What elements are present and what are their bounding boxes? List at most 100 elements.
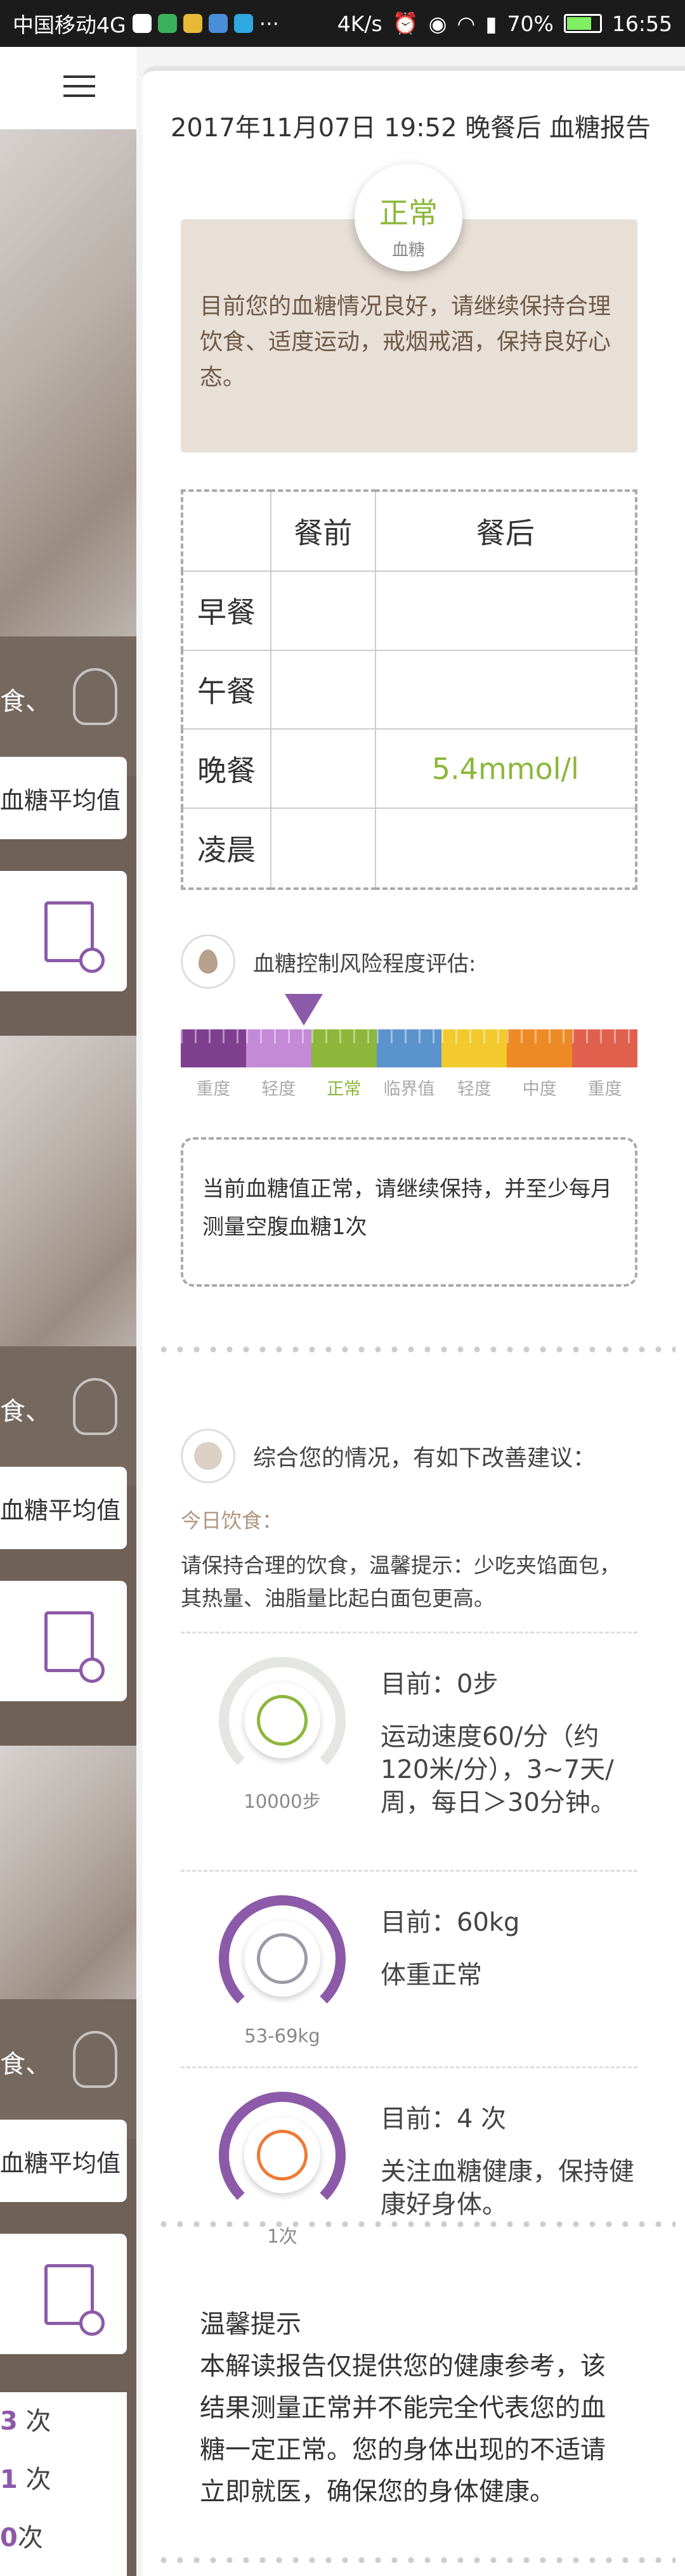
current-value: 目前：60kg xyxy=(381,1908,520,1937)
suggestions-heading-text: 综合您的情况，有如下改善建议： xyxy=(253,1445,596,1471)
before-meal-value xyxy=(270,649,376,730)
before-meal-value xyxy=(270,570,376,651)
report-title: 2017年11月07日 19:52 晚餐后 血糖报告 xyxy=(170,113,651,143)
tip-section: 温馨提示 本解读报告仅提供您的健康参考，该结果测量正常并不能完全代表您的血糖一定… xyxy=(200,2303,618,2513)
tap-hand-icon xyxy=(73,2031,117,2088)
clock: 16:55 xyxy=(611,11,672,36)
meal-label: 晚餐 xyxy=(181,728,271,809)
table-row: 早餐 xyxy=(181,570,637,651)
background-page: 食、 血糖平均值 食、 血糖平均值 食、 血糖平均值 3 次 1 次 0次 xyxy=(0,47,136,2576)
average-card[interactable]: 血糖平均值 xyxy=(0,2120,127,2202)
background-banner: 食、 xyxy=(0,1999,136,2139)
after-meal-value xyxy=(374,649,637,730)
item-divider xyxy=(181,1632,637,1633)
progress-ring: 10000步 xyxy=(219,1657,346,1812)
report-search-icon xyxy=(44,1611,105,1683)
risk-heading-text: 血糖控制风险程度评估: xyxy=(253,951,476,977)
table-header xyxy=(181,490,271,572)
section-divider xyxy=(155,2221,675,2227)
diet-text: 请保持合理的饮食，温馨提示：少吃夹馅面包，其热量、油脂量比起白面包更高。 xyxy=(181,1553,620,1611)
item-divider xyxy=(181,2066,637,2068)
average-label: 血糖平均值 xyxy=(0,786,121,815)
background-image xyxy=(0,1036,136,1391)
risk-scale-segment xyxy=(441,1029,507,1067)
count-item: 1 次 xyxy=(0,2465,51,2494)
progress-ring: 53-69kg xyxy=(219,1895,346,2047)
lightbulb-icon xyxy=(181,1429,235,1483)
current-value: 目前：4 次 xyxy=(381,2104,507,2134)
count-list: 3 次 1 次 0次 xyxy=(0,2392,127,2576)
wifi-icon: ◠ xyxy=(457,11,476,36)
blood-drop-icon xyxy=(181,934,235,989)
average-label: 血糖平均值 xyxy=(0,2149,121,2177)
average-label: 血糖平均值 xyxy=(0,1496,121,1524)
risk-scale-segment xyxy=(311,1029,377,1067)
report-drawer: 2017年11月07日 19:52 晚餐后 血糖报告 目前您的血糖情况良好，请继… xyxy=(136,47,685,2576)
after-meal-value xyxy=(374,570,637,651)
average-card[interactable]: 血糖平均值 xyxy=(0,1467,127,1549)
status-message: 目前您的血糖情况良好，请继续保持合理饮食、适度运动，戒烟戒酒，保持良好心态。 xyxy=(200,293,611,390)
count-item: 0次 xyxy=(0,2523,43,2553)
battery-icon xyxy=(563,14,602,33)
banner-text: 食、 xyxy=(0,687,51,716)
risk-scale-label: 正常 xyxy=(327,1079,362,1099)
risk-scale-segment xyxy=(507,1029,573,1067)
target-caption: 53-69kg xyxy=(244,2025,320,2047)
table-row: 晚餐 5.4mmol/l xyxy=(181,728,637,809)
app-notification-icon xyxy=(208,14,228,33)
tap-hand-icon xyxy=(73,1378,117,1435)
network-speed: 4K/s xyxy=(337,11,382,36)
risk-scale-segment xyxy=(572,1029,638,1067)
risk-scale-label: 重度 xyxy=(587,1079,622,1099)
table-header: 餐前 xyxy=(270,490,376,572)
suggestion-text: 体重正常 xyxy=(381,1961,482,1990)
item-divider xyxy=(181,1870,637,1872)
record-card[interactable] xyxy=(0,2234,127,2354)
more-notifications-icon: ··· xyxy=(259,11,280,36)
before-meal-value xyxy=(270,808,376,889)
record-card[interactable] xyxy=(0,871,127,991)
app-notification-icon xyxy=(233,14,253,33)
meal-label: 早餐 xyxy=(181,570,271,651)
tip-text: 本解读报告仅提供您的健康参考，该结果测量正常并不能完全代表您的血糖一定正常。您的… xyxy=(200,2352,606,2506)
risk-scale-label: 轻度 xyxy=(457,1079,492,1099)
meal-label: 凌晨 xyxy=(181,808,271,889)
background-header xyxy=(0,47,136,129)
alarm-icon: ⏰ xyxy=(392,11,419,35)
report-search-icon xyxy=(44,2264,105,2336)
tap-hand-icon xyxy=(73,668,117,725)
suggestion-text: 运动速度60/分（约120米/分），3~7天/周，每日＞30分钟。 xyxy=(381,1722,616,1817)
suggestions-heading: 综合您的情况，有如下改善建议： xyxy=(181,1429,596,1483)
status-badge: 正常 血糖 xyxy=(355,164,462,271)
app-notification-icon xyxy=(183,14,202,33)
average-card[interactable]: 血糖平均值 xyxy=(0,757,127,839)
risk-scale-label: 重度 xyxy=(196,1079,231,1099)
status-bar: 中国移动4G ··· 4K/s ⏰ ◉ ◠ ▮ 70% 16:55 xyxy=(0,0,685,47)
table-header: 餐后 xyxy=(374,490,637,572)
risk-scale-segment xyxy=(376,1029,442,1067)
record-card[interactable] xyxy=(0,1581,127,1701)
banner-text: 食、 xyxy=(0,1397,51,1426)
battery-percent: 70% xyxy=(507,11,554,36)
risk-scale-label: 轻度 xyxy=(261,1079,296,1099)
target-caption: 10000步 xyxy=(244,1791,321,1812)
running-icon xyxy=(244,1682,320,1758)
eye-icon: ◉ xyxy=(428,11,447,36)
signal-icon: ▮ xyxy=(485,11,497,36)
blood-drop-icon xyxy=(244,2117,320,2193)
table-row: 午餐 xyxy=(181,649,637,730)
app-notification-icon xyxy=(157,14,177,33)
risk-scale-segment xyxy=(181,1029,246,1067)
status-value: 正常 xyxy=(379,196,438,230)
risk-advice: 当前血糖值正常，请继续保持，并至少每月测量空腹血糖1次 xyxy=(181,1137,637,1287)
risk-scale xyxy=(181,1029,638,1067)
risk-scale-labels: 重度 轻度 正常 临界值 轻度 中度 重度 xyxy=(181,1075,637,1100)
risk-scale-segment xyxy=(245,1029,311,1067)
menu-icon[interactable] xyxy=(63,75,95,100)
background-banner: 食、 xyxy=(0,636,136,776)
risk-heading: 血糖控制风险程度评估: xyxy=(181,934,476,989)
status-label: 血糖 xyxy=(391,241,425,260)
after-meal-value: 5.4mmol/l xyxy=(374,728,637,809)
current-value: 目前：0步 xyxy=(381,1670,499,1699)
suggestion-text: 关注血糖健康，保持健康好身体。 xyxy=(381,2157,634,2219)
